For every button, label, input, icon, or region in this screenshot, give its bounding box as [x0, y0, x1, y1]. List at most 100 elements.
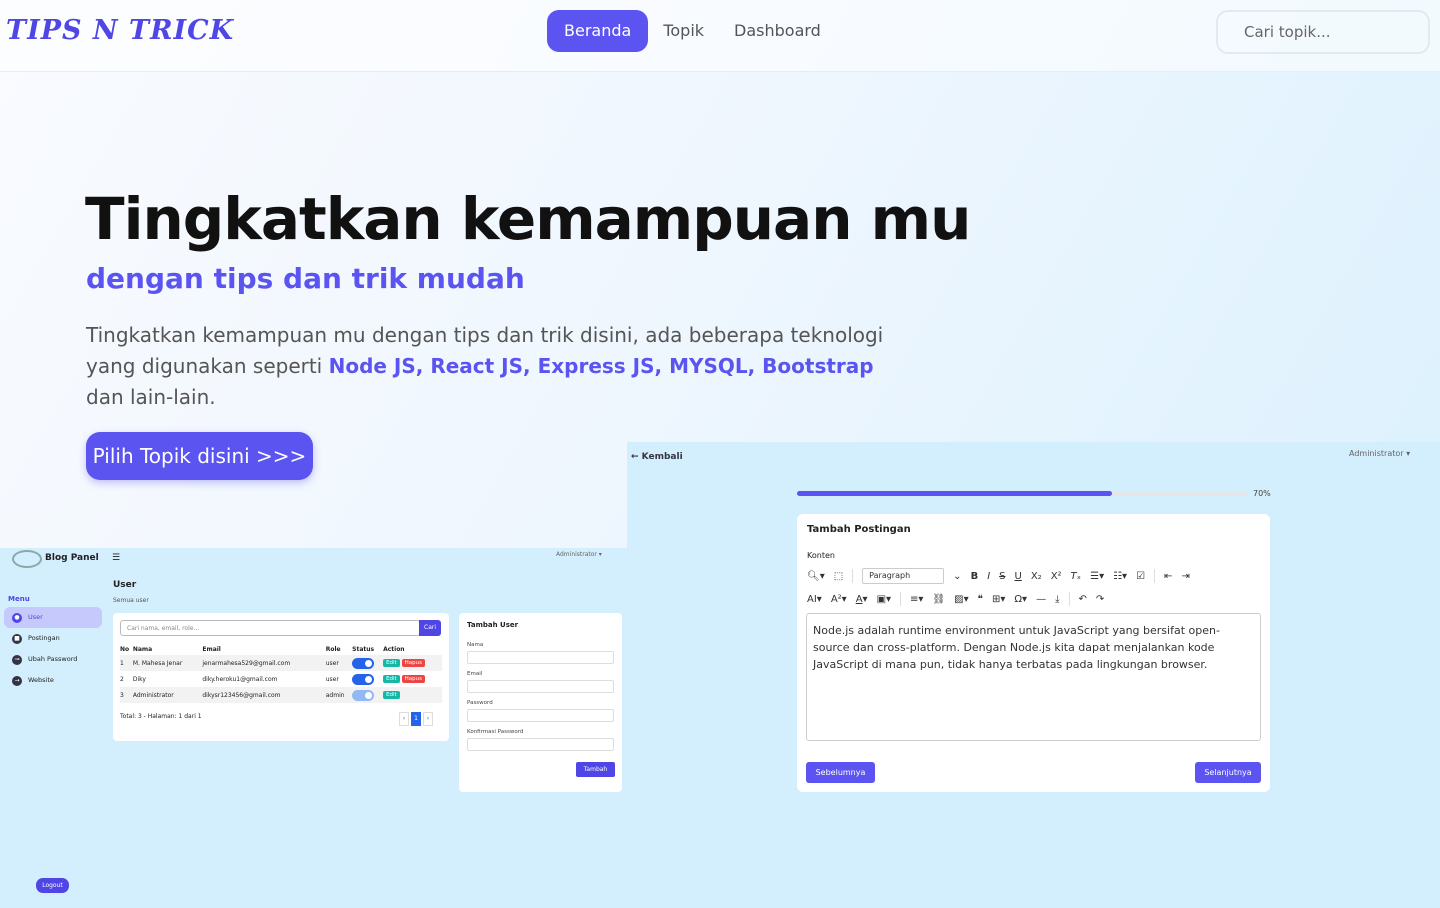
font-color-icon[interactable]: A▾	[856, 594, 868, 605]
admin-dropdown[interactable]: Administrator ▾	[556, 551, 602, 558]
italic-icon[interactable]: I	[987, 571, 990, 582]
editor-toolbar-row-1: 🔍︎▾ ⬚ Paragraph ⌄ B I S U X₂ X² Tₓ ☰▾ ☷▾…	[807, 568, 1190, 584]
page-title: User	[113, 580, 137, 590]
paragraph-select[interactable]: Paragraph	[862, 568, 945, 584]
sidebar-item-website[interactable]: → Website	[4, 670, 102, 691]
password-field[interactable]	[467, 709, 614, 722]
cell-role: user	[325, 659, 339, 667]
strikethrough-icon[interactable]: S	[999, 571, 1005, 582]
cell-email: diky.heroku1@gmail.com	[202, 675, 278, 683]
col-role: Role	[325, 646, 341, 653]
hero-subtitle: dengan tips dan trik mudah	[86, 262, 525, 295]
nama-field[interactable]	[467, 651, 614, 664]
link-icon[interactable]: ⛓	[932, 594, 945, 605]
align-icon[interactable]: ≡▾	[910, 594, 923, 605]
desc-highlight: Node JS, React JS, Express JS, MYSQL, Bo…	[328, 354, 874, 378]
clear-format-icon[interactable]: Tₓ	[1071, 571, 1082, 582]
search-input[interactable]	[1216, 10, 1430, 54]
undo-icon[interactable]: ↶	[1079, 594, 1087, 605]
cell-no: 1	[120, 659, 124, 667]
hero-description: Tingkatkan kemampuan mu dengan tips dan …	[86, 320, 916, 413]
pager-next[interactable]: ›	[423, 712, 433, 726]
post-icon: ■	[12, 633, 22, 644]
nav-dashboard[interactable]: Dashboard	[719, 10, 836, 52]
delete-button[interactable]: Hapus	[401, 659, 425, 667]
indent-icon[interactable]: ⇥	[1181, 571, 1189, 582]
back-link[interactable]: ← Kembali	[631, 452, 683, 462]
sidebar-item-ubah-password[interactable]: ⊸ Ubah Password	[4, 649, 102, 670]
select-all-icon[interactable]: ⬚	[834, 571, 843, 582]
nav-beranda[interactable]: Beranda	[547, 10, 649, 52]
panel-logo-icon	[12, 550, 42, 568]
cell-role: admin	[325, 691, 345, 699]
col-status: Status	[352, 646, 375, 653]
site-logo[interactable]: TIPS N TRICK	[6, 15, 234, 46]
pager-page[interactable]: 1	[411, 712, 421, 726]
pagination: ‹ 1 ›	[399, 712, 433, 726]
bold-icon[interactable]: B	[971, 571, 979, 582]
outdent-icon[interactable]: ⇤	[1164, 571, 1172, 582]
special-char-icon[interactable]: Ω▾	[1014, 594, 1027, 605]
edit-button[interactable]: Edit	[383, 691, 400, 699]
quote-icon[interactable]: ❝	[978, 594, 983, 605]
edit-button[interactable]: Edit	[383, 675, 400, 683]
cell-nama: Diky	[132, 675, 146, 683]
globe-icon: →	[12, 675, 22, 686]
add-user-button[interactable]: Tambah	[576, 762, 615, 777]
admin-dropdown[interactable]: Administrator ▾	[1349, 449, 1410, 458]
delete-button[interactable]: Hapus	[401, 675, 425, 683]
cell-no: 3	[120, 691, 124, 699]
numbered-list-icon[interactable]: ☷▾	[1113, 571, 1127, 582]
table-row: 3 Administrator dikysr123456@gmail.com a…	[120, 687, 442, 703]
font-size-icon[interactable]: A²▾	[831, 594, 847, 605]
chevron-down-icon[interactable]: ⌄	[953, 571, 961, 582]
table-icon[interactable]: ⊞▾	[992, 594, 1005, 605]
field-label-nama: Nama	[467, 642, 484, 648]
cell-role: user	[325, 675, 339, 683]
cta-pilih-topik-button[interactable]: Pilih Topik disini >>>	[86, 432, 313, 480]
bullet-list-icon[interactable]: ☰▾	[1090, 571, 1104, 582]
sidebar-item-label: Postingan	[28, 634, 60, 642]
highlight-icon[interactable]: ▣▾	[877, 594, 891, 605]
status-toggle[interactable]	[352, 673, 375, 685]
subscript-icon[interactable]: X₂	[1031, 571, 1042, 582]
user-search-button[interactable]: Cari	[419, 620, 441, 636]
user-table: No Nama Email Role Status Action 1 M. Ma…	[120, 644, 442, 703]
content-label: Konten	[807, 551, 835, 560]
user-search-input[interactable]: Cari nama, email, role...	[120, 620, 420, 636]
page-break-icon[interactable]: ⤓	[1055, 594, 1059, 605]
confirm-password-field[interactable]	[467, 738, 614, 751]
col-email: Email	[202, 646, 221, 653]
hamburger-icon[interactable]: ☰	[112, 553, 120, 563]
logout-button[interactable]: Logout	[36, 878, 69, 893]
pager-prev[interactable]: ‹	[399, 712, 409, 726]
field-label-email: Email	[467, 671, 483, 677]
content-editor[interactable]: Node.js adalah runtime environment untuk…	[806, 613, 1261, 741]
nav-topik[interactable]: Topik	[648, 10, 719, 52]
sidebar-item-label: Website	[28, 676, 54, 684]
status-toggle[interactable]	[352, 689, 375, 701]
add-user-card: Tambah User Nama Email Password Konfirma…	[459, 613, 622, 792]
page-subtitle: Semua user	[113, 597, 149, 604]
editor-toolbar-row-2: AI▾ A²▾ A▾ ▣▾ ≡▾ ⛓ ▨▾ ❝ ⊞▾ Ω▾ — ⤓ ↶ ↷	[807, 592, 1104, 606]
underline-icon[interactable]: U	[1015, 571, 1022, 582]
superscript-icon[interactable]: X²	[1051, 571, 1062, 582]
sidebar-item-postingan[interactable]: ■ Postingan	[4, 628, 102, 649]
status-toggle[interactable]	[352, 657, 375, 669]
find-replace-icon[interactable]: 🔍︎▾	[807, 571, 825, 582]
sidebar-item-user[interactable]: ● User	[4, 607, 102, 628]
horizontal-line-icon[interactable]: —	[1036, 594, 1046, 605]
sidebar-item-label: Ubah Password	[28, 655, 78, 663]
previous-button[interactable]: Sebelumnya	[806, 762, 875, 783]
field-label-password: Password	[467, 700, 493, 706]
desc-text-end: dan lain-lain.	[86, 385, 216, 409]
edit-button[interactable]: Edit	[383, 659, 400, 667]
next-button[interactable]: Selanjutnya	[1195, 762, 1261, 783]
cell-no: 2	[120, 675, 124, 683]
image-icon[interactable]: ▨▾	[954, 594, 968, 605]
email-field[interactable]	[467, 680, 614, 693]
redo-icon[interactable]: ↷	[1096, 594, 1104, 605]
ai-icon[interactable]: AI▾	[807, 594, 822, 605]
col-no: No	[120, 646, 130, 653]
todo-list-icon[interactable]: ☑	[1136, 571, 1145, 582]
